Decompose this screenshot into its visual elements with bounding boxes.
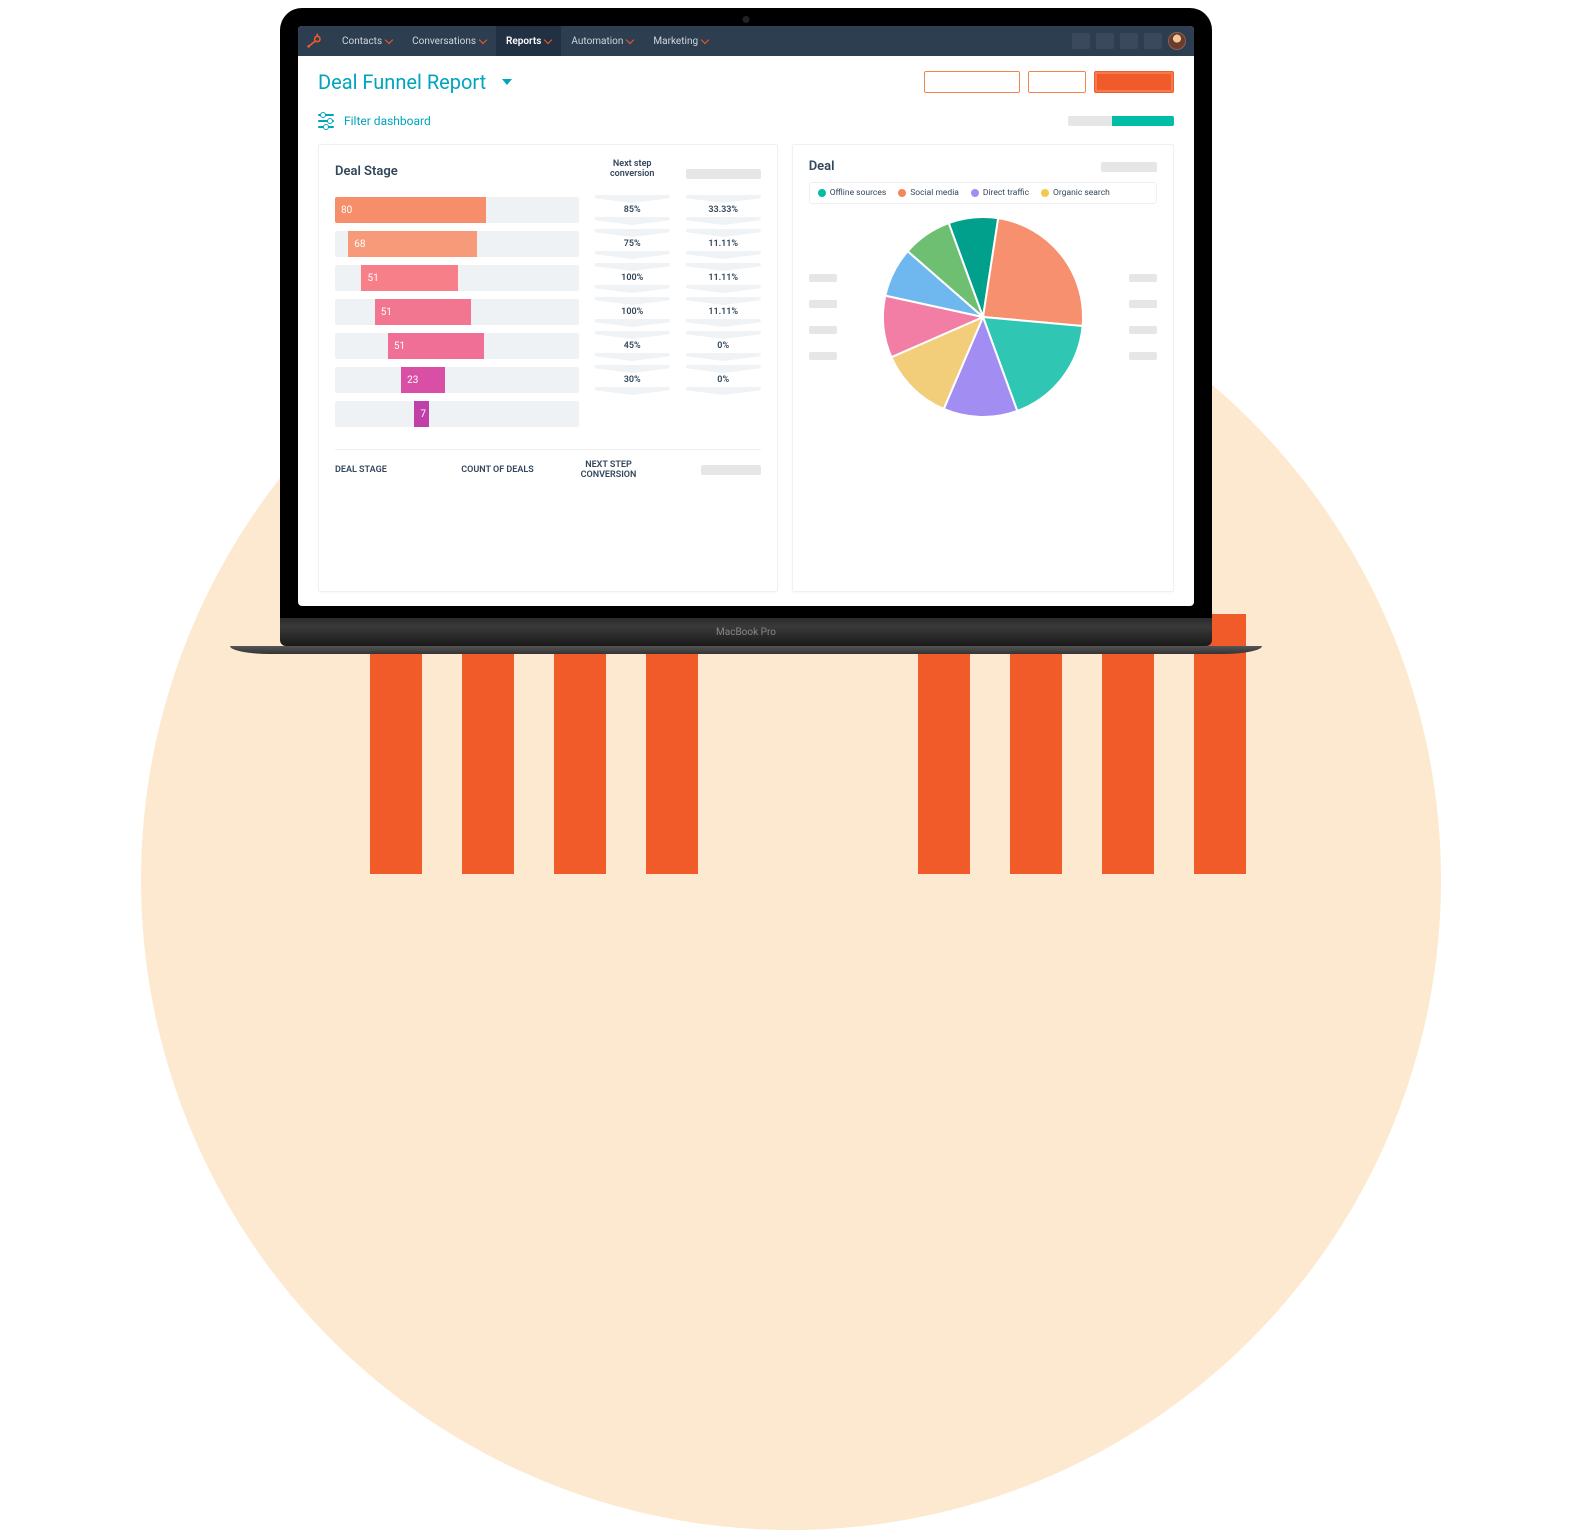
funnel-bar: 23 <box>335 367 579 393</box>
pie-header-placeholder <box>1101 162 1157 172</box>
laptop-base: MacBook Pro <box>280 618 1212 646</box>
pie-right-labels <box>1129 212 1157 422</box>
laptop-frame: ContactsConversationsReportsAutomationMa… <box>280 8 1212 646</box>
legend-item: Organic search <box>1041 188 1110 198</box>
deal-stage-title: Deal Stage <box>335 164 579 179</box>
funnel-bar: 51 <box>335 299 579 325</box>
th-count: COUNT OF DEALS <box>446 465 549 475</box>
action-button-primary[interactable] <box>1094 71 1174 93</box>
funnel-bar: 51 <box>335 333 579 359</box>
deal-stage-card: Deal Stage Next step conversion 80 85% 33.… <box>318 144 778 592</box>
app-screen: ContactsConversationsReportsAutomationMa… <box>298 26 1194 606</box>
funnel-bar: 68 <box>335 231 579 257</box>
funnel-row: 51 100% 11.11% <box>335 295 761 329</box>
right-pct-value: 11.11% <box>686 265 761 291</box>
chevron-down-icon <box>544 36 552 44</box>
funnel-row: 51 45% 0% <box>335 329 761 363</box>
view-toggle[interactable] <box>1068 116 1174 126</box>
funnel-bar: 7 <box>335 401 579 427</box>
laptop-label: MacBook Pro <box>716 627 776 638</box>
nav-placeholder-icon[interactable] <box>1120 33 1138 49</box>
right-pct-value: 11.11% <box>686 231 761 257</box>
funnel-bar: 51 <box>335 265 579 291</box>
filter-icon[interactable] <box>318 114 334 128</box>
action-button-2[interactable] <box>1028 71 1086 93</box>
title-bar: Deal Funnel Report <box>298 56 1194 102</box>
nav-item-marketing[interactable]: Marketing <box>643 26 718 56</box>
legend-dot-icon <box>1041 189 1049 197</box>
next-step-value: 45% <box>595 333 670 359</box>
nav-item-contacts[interactable]: Contacts <box>332 26 402 56</box>
filter-label[interactable]: Filter dashboard <box>344 114 431 128</box>
right-pct-value: 33.33% <box>686 197 761 223</box>
funnel-row: 51 100% 11.11% <box>335 261 761 295</box>
pie-slice <box>983 218 1083 326</box>
legend-dot-icon <box>898 189 906 197</box>
col-placeholder <box>686 169 761 179</box>
legend-item: Social media <box>898 188 959 198</box>
next-step-value: 100% <box>595 265 670 291</box>
funnel-row: 80 85% 33.33% <box>335 193 761 227</box>
chevron-down-icon <box>626 36 634 44</box>
nav-item-conversations[interactable]: Conversations <box>402 26 496 56</box>
funnel-row: 7 <box>335 397 761 431</box>
hubspot-logo-icon[interactable] <box>306 33 322 49</box>
right-pct-value: 11.11% <box>686 299 761 325</box>
nav-item-reports[interactable]: Reports <box>496 26 561 56</box>
next-step-value: 100% <box>595 299 670 325</box>
th-next-step: NEXT STEP CONVERSION <box>557 460 660 480</box>
funnel-row: 23 30% 0% <box>335 363 761 397</box>
deal-pie-title: Deal <box>809 159 835 174</box>
th-deal-stage: DEAL STAGE <box>335 465 438 475</box>
col-next-step: Next step conversion <box>595 159 670 179</box>
top-nav: ContactsConversationsReportsAutomationMa… <box>298 26 1194 56</box>
pie-legend: Offline sources Social media Direct traffi… <box>809 182 1157 204</box>
nav-placeholder-icon[interactable] <box>1096 33 1114 49</box>
nav-placeholder-icon[interactable] <box>1072 33 1090 49</box>
chevron-down-icon <box>385 36 393 44</box>
nav-item-automation[interactable]: Automation <box>561 26 643 56</box>
chevron-down-icon <box>701 36 709 44</box>
table-header-row: DEAL STAGE COUNT OF DEALS NEXT STEP CONV… <box>335 449 761 480</box>
legend-item: Offline sources <box>818 188 887 198</box>
avatar[interactable] <box>1168 32 1186 50</box>
deal-pie-card: Deal Offline sources Social media Direct t… <box>792 144 1174 592</box>
deal-pie-chart <box>878 212 1088 422</box>
legend-dot-icon <box>818 189 826 197</box>
legend-dot-icon <box>971 189 979 197</box>
legend-item: Direct traffic <box>971 188 1029 198</box>
pie-left-labels <box>809 212 837 422</box>
nav-placeholder-icon[interactable] <box>1144 33 1162 49</box>
filter-bar: Filter dashboard <box>298 102 1194 136</box>
next-step-value: 30% <box>595 367 670 393</box>
next-step-value: 85% <box>595 197 670 223</box>
chevron-down-icon <box>479 36 487 44</box>
camera-dot <box>743 16 750 23</box>
funnel-row: 68 75% 11.11% <box>335 227 761 261</box>
title-dropdown-icon[interactable] <box>502 79 512 85</box>
right-pct-value: 0% <box>686 333 761 359</box>
right-pct-value: 0% <box>686 367 761 393</box>
funnel-bar: 80 <box>335 197 579 223</box>
action-button-1[interactable] <box>924 71 1020 93</box>
next-step-value: 75% <box>595 231 670 257</box>
th-placeholder <box>701 465 761 475</box>
page-title: Deal Funnel Report <box>318 70 486 94</box>
